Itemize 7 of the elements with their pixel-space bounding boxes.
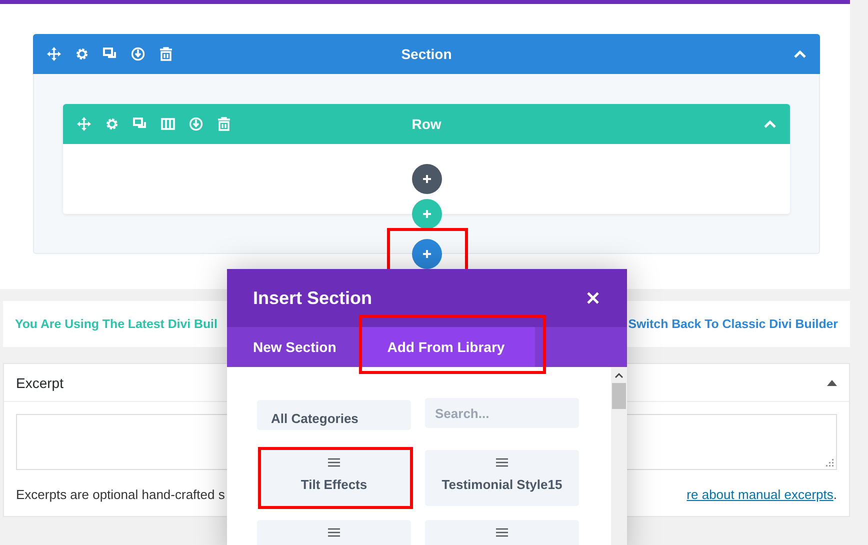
dialog-title: Insert Section [253, 288, 372, 308]
help-text: . [833, 487, 837, 502]
excerpt-title: Excerpt [16, 374, 64, 390]
notice-message: You Are Using The Latest Divi Buil [15, 317, 218, 331]
help-text: Excerpts are optional hand-crafted s [16, 487, 225, 502]
section-title: Section [401, 46, 452, 62]
row-title: Row [412, 116, 442, 132]
